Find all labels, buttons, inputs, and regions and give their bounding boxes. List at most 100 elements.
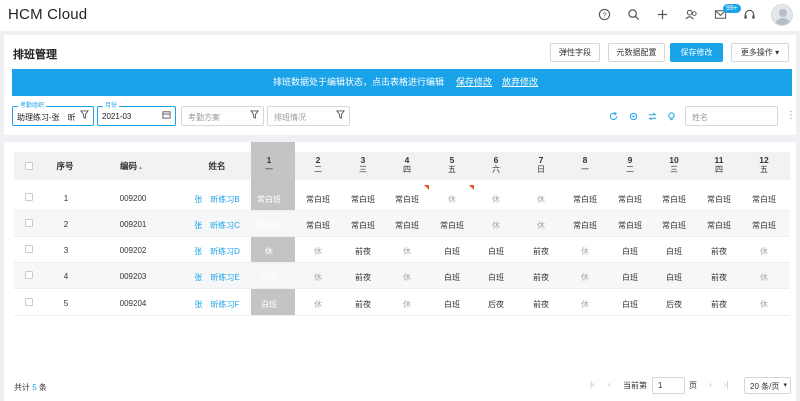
shift-cell[interactable]: 休 xyxy=(581,299,589,310)
shift-cell[interactable]: 休 xyxy=(581,272,589,283)
headset-icon[interactable] xyxy=(742,8,756,22)
metadata-config-button[interactable]: 元数据配置 xyxy=(608,43,665,62)
lightbulb-icon[interactable] xyxy=(667,112,676,123)
shift-cell[interactable]: 休 xyxy=(314,272,322,283)
help-icon[interactable]: ? xyxy=(597,8,611,22)
row-checkbox[interactable] xyxy=(25,193,33,201)
contacts-icon[interactable] xyxy=(684,8,698,22)
shift-cell[interactable]: 白班 xyxy=(261,299,277,310)
shift-cell[interactable]: 白班 xyxy=(622,272,638,283)
row-employee-name-link[interactable]: 张 昕练习F xyxy=(195,299,240,310)
shift-cell[interactable]: 休 xyxy=(760,299,768,310)
shift-cell[interactable]: 常白班 xyxy=(306,220,330,231)
col-header-code[interactable]: 编码 ▴ xyxy=(120,161,142,173)
shift-cell[interactable]: 常白班 xyxy=(395,194,419,205)
refresh-icon[interactable] xyxy=(609,112,618,123)
next-page-icon[interactable]: › xyxy=(709,380,712,389)
shift-cell[interactable]: 白班 xyxy=(444,246,460,257)
col-header-day-4[interactable]: 4四 xyxy=(403,155,411,175)
row-employee-name-link[interactable]: 张 昕练习B xyxy=(194,194,239,205)
more-menu-icon[interactable]: ⋮ xyxy=(786,110,796,121)
col-header-day-7[interactable]: 7日 xyxy=(537,155,545,175)
shift-cell[interactable]: 休 xyxy=(403,272,411,283)
shift-cell[interactable]: 休 xyxy=(265,246,273,257)
shift-cell[interactable]: 常白班 xyxy=(707,194,731,205)
shift-cell[interactable]: 白班 xyxy=(488,272,504,283)
shift-cell[interactable]: 休 xyxy=(760,272,768,283)
col-header-day-3[interactable]: 3三 xyxy=(359,155,367,175)
row-employee-name-link[interactable]: 张 昕练习D xyxy=(194,246,240,257)
shift-cell[interactable]: 休 xyxy=(403,246,411,257)
shift-cell[interactable]: 常白班 xyxy=(257,194,281,205)
page-number-input[interactable]: 1 xyxy=(652,377,685,394)
sort-icon[interactable]: ▴ xyxy=(139,165,142,171)
shift-cell[interactable]: 常白班 xyxy=(351,194,375,205)
more-actions-button[interactable]: 更多操作 ▾ xyxy=(731,43,789,62)
shift-cell[interactable]: 常白班 xyxy=(707,220,731,231)
shift-cell[interactable]: 常白班 xyxy=(573,194,597,205)
shift-cell[interactable]: 前夜 xyxy=(355,272,371,283)
save-changes-button[interactable]: 保存修改 xyxy=(670,43,723,62)
shift-cell[interactable]: 白班 xyxy=(622,246,638,257)
shift-cell[interactable]: 白班 xyxy=(488,246,504,257)
month-filter[interactable]: 月份 2021-03 xyxy=(97,102,176,126)
shift-cell[interactable]: 前夜 xyxy=(533,272,549,283)
col-header-day-2[interactable]: 2二 xyxy=(314,155,322,175)
shift-cell[interactable]: 白班 xyxy=(622,299,638,310)
shift-cell[interactable]: 白班 xyxy=(666,272,682,283)
settings-icon[interactable] xyxy=(629,112,638,123)
shift-cell[interactable]: 常白班 xyxy=(618,194,642,205)
name-search-input[interactable]: 姓名 xyxy=(685,106,778,126)
shift-cell[interactable]: 前夜 xyxy=(533,299,549,310)
shift-cell[interactable]: 休 xyxy=(492,194,500,205)
shift-cell[interactable]: 白班 xyxy=(666,246,682,257)
user-avatar[interactable] xyxy=(771,4,793,26)
flex-fields-button[interactable]: 弹性字段 xyxy=(550,43,600,62)
banner-save-link[interactable]: 保存修改 xyxy=(456,69,492,96)
col-header-day-9[interactable]: 9二 xyxy=(626,155,634,175)
col-header-day-5[interactable]: 5五 xyxy=(448,155,456,175)
shift-cell[interactable]: 休 xyxy=(760,246,768,257)
row-checkbox[interactable] xyxy=(25,245,33,253)
shift-cell[interactable]: 前夜 xyxy=(533,246,549,257)
shift-cell[interactable]: 前夜 xyxy=(711,299,727,310)
last-page-icon[interactable]: ›| xyxy=(724,380,729,389)
row-employee-name-link[interactable]: 张 昕练习E xyxy=(194,272,239,283)
col-header-day-12[interactable]: 12 五 xyxy=(759,155,768,175)
shift-cell[interactable]: 前夜 xyxy=(711,272,727,283)
prev-page-icon[interactable]: ‹ xyxy=(608,380,611,389)
shift-cell[interactable]: 常白班 xyxy=(395,220,419,231)
schedule-status-filter[interactable]: 排班情况 xyxy=(267,106,350,126)
shift-cell[interactable]: 前夜 xyxy=(355,246,371,257)
col-header-day-10[interactable]: 10 三 xyxy=(669,155,678,175)
shift-cell[interactable]: 前夜 xyxy=(711,246,727,257)
shift-cell[interactable]: 常白班 xyxy=(752,220,776,231)
shift-cell[interactable]: 常白班 xyxy=(306,194,330,205)
banner-discard-link[interactable]: 放弃修改 xyxy=(502,69,538,96)
shift-cell[interactable]: 休 xyxy=(492,220,500,231)
shift-cell[interactable]: 后夜 xyxy=(488,299,504,310)
col-header-day-1[interactable]: 1一 xyxy=(265,155,273,175)
shift-cell[interactable]: 常白班 xyxy=(662,194,686,205)
row-checkbox[interactable] xyxy=(25,298,33,306)
select-all-checkbox[interactable] xyxy=(25,162,33,170)
first-page-icon[interactable]: |‹ xyxy=(590,380,595,389)
row-checkbox[interactable] xyxy=(25,271,33,279)
shift-cell[interactable]: 常白班 xyxy=(351,220,375,231)
shift-cell[interactable]: 常白班 xyxy=(752,194,776,205)
shift-cell[interactable]: 休 xyxy=(537,194,545,205)
col-header-day-8[interactable]: 8一 xyxy=(581,155,589,175)
shift-cell[interactable]: 常白班 xyxy=(573,220,597,231)
search-icon[interactable] xyxy=(626,8,640,22)
shift-cell[interactable]: 白班 xyxy=(261,272,277,283)
shift-cell[interactable]: 前夜 xyxy=(355,299,371,310)
shift-cell[interactable]: 常白班 xyxy=(440,220,464,231)
shift-cell[interactable]: 后夜 xyxy=(666,299,682,310)
shift-cell[interactable]: 休 xyxy=(403,299,411,310)
row-checkbox[interactable] xyxy=(25,219,33,227)
shift-cell[interactable]: 常白班 xyxy=(662,220,686,231)
page-size-select[interactable]: 20 条/页 ▾ xyxy=(744,377,791,394)
shift-cell[interactable]: 休 xyxy=(448,194,456,205)
shift-cell[interactable]: 常白班 xyxy=(618,220,642,231)
add-icon[interactable] xyxy=(655,8,669,22)
